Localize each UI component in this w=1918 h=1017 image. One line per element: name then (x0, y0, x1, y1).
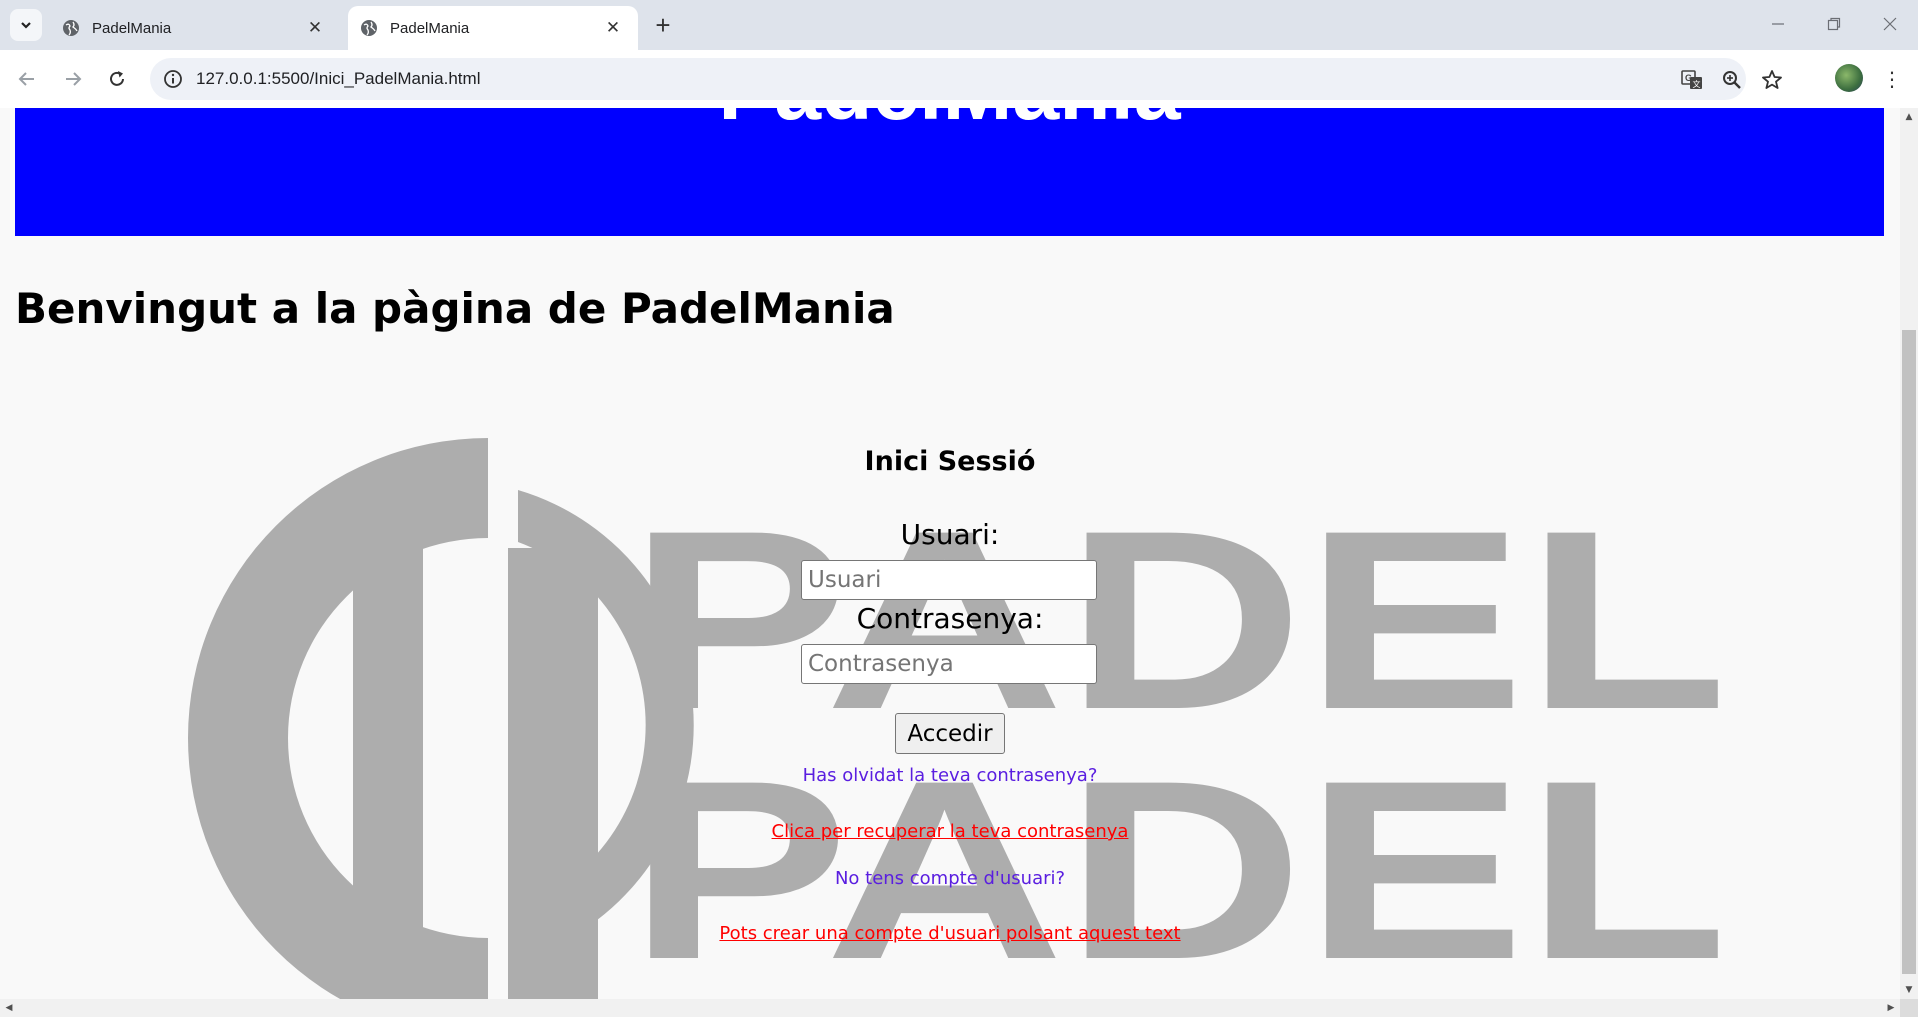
horizontal-scrollbar[interactable]: ◀ ▶ (0, 999, 1900, 1017)
close-window-icon[interactable] (1870, 8, 1910, 40)
close-tab-icon[interactable]: ✕ (304, 17, 326, 39)
svg-text:文: 文 (1693, 79, 1701, 89)
profile-avatar[interactable] (1835, 64, 1863, 92)
new-tab-plus-icon[interactable]: + (648, 10, 678, 40)
tab-title: PadelMania (92, 19, 172, 37)
tab-padelmania-2[interactable]: PadelMania ✕ (348, 6, 638, 50)
site-header-banner: PadelMania (15, 108, 1884, 236)
scroll-down-arrow-icon[interactable]: ▼ (1904, 985, 1914, 995)
login-submit-button[interactable]: Accedir (895, 713, 1005, 754)
more-menu-icon[interactable]: ⋮ (1882, 64, 1902, 94)
forgot-password-text: Has olvidat la teva contrasenya? (802, 765, 1098, 786)
tab-search-button[interactable] (10, 9, 42, 41)
login-title: Inici Sessió (864, 446, 1036, 477)
forward-icon[interactable] (56, 62, 90, 96)
minimize-icon[interactable] (1758, 8, 1798, 40)
restore-icon[interactable] (1814, 8, 1854, 40)
scroll-left-arrow-icon[interactable]: ◀ (4, 1003, 14, 1013)
scroll-right-arrow-icon[interactable]: ▶ (1886, 1003, 1896, 1013)
close-tab-icon[interactable]: ✕ (602, 17, 624, 39)
vertical-scrollbar[interactable]: ▲ ▼ (1900, 108, 1918, 999)
tab-strip: PadelMania ✕ PadelMania ✕ + (0, 0, 1918, 50)
site-info-icon[interactable] (160, 66, 186, 92)
url-text[interactable]: 127.0.0.1:5500/Inici_PadelMania.html (196, 69, 480, 89)
back-icon[interactable] (10, 62, 44, 96)
globe-icon (361, 20, 377, 36)
create-account-link[interactable]: Pots crear una compte d'usuari polsant a… (0, 923, 1900, 944)
username-input[interactable] (801, 560, 1097, 600)
vertical-scroll-thumb[interactable] (1902, 330, 1916, 974)
tab-title: PadelMania (390, 19, 470, 37)
star-icon[interactable] (1758, 66, 1786, 94)
welcome-heading: Benvingut a la pàgina de PadelMania (15, 284, 895, 333)
browser-toolbar: 127.0.0.1:5500/Inici_PadelMania.html G文 … (0, 50, 1918, 108)
chevron-down-icon (21, 22, 31, 29)
password-label: Contrasenya: (856, 602, 1044, 635)
zoom-icon[interactable] (1718, 66, 1746, 94)
page-viewport: PadelMania Benvingut a la pàgina de Pade… (0, 108, 1900, 999)
login-form: Inici Sessió Usuari: Contrasenya: Accedi… (0, 446, 1900, 944)
scroll-up-arrow-icon[interactable]: ▲ (1904, 112, 1914, 122)
no-account-text: No tens compte d'usuari? (834, 868, 1066, 889)
password-input[interactable] (801, 644, 1097, 684)
address-bar[interactable]: 127.0.0.1:5500/Inici_PadelMania.html G文 (150, 58, 1782, 100)
site-header-title: PadelMania (15, 108, 1884, 139)
username-label: Usuari: (900, 518, 1000, 551)
globe-icon (63, 20, 79, 36)
reload-icon[interactable] (100, 62, 134, 96)
translate-icon[interactable]: G文 (1678, 66, 1706, 94)
scrollbar-corner (1900, 999, 1918, 1017)
watermark-text: PADEL PADEL (628, 478, 1728, 999)
tab-padelmania-1[interactable]: PadelMania ✕ (50, 6, 340, 50)
recover-password-link[interactable]: Clica per recuperar la teva contrasenya (0, 821, 1900, 842)
